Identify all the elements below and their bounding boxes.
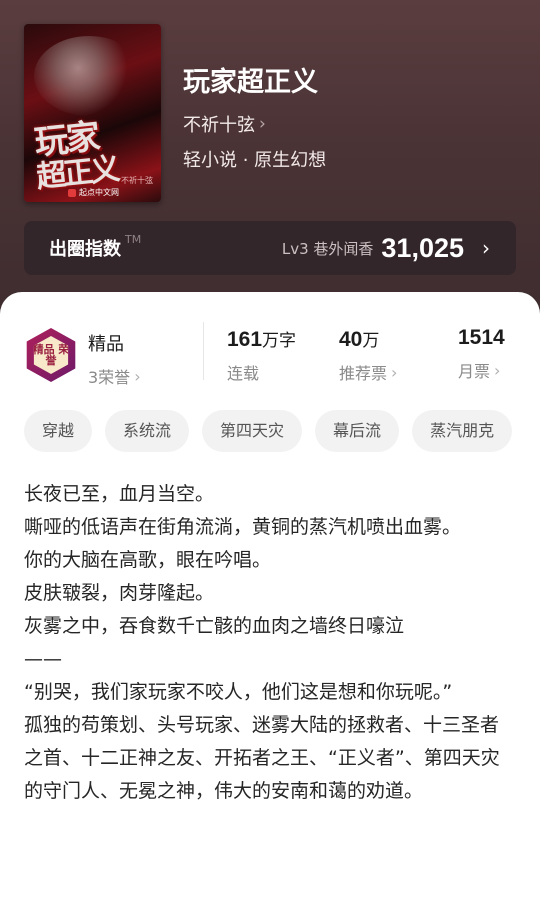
index-label: 出圈指数 bbox=[49, 239, 121, 260]
tag-list: 穿越 系统流 第四天灾 幕后流 蒸汽朋克 bbox=[24, 410, 513, 452]
tag-chip[interactable]: 幕后流 bbox=[315, 410, 400, 452]
tag-chip[interactable]: 蒸汽朋克 bbox=[412, 410, 513, 452]
author-name: 不祈十弦 bbox=[183, 115, 255, 136]
word-count-unit: 万字 bbox=[262, 331, 297, 351]
chevron-right-icon: › bbox=[482, 236, 490, 260]
description-line: 嘶哑的低语声在街角流淌，黄铜的蒸汽机喷出血雾。 bbox=[24, 516, 462, 538]
chevron-right-icon: › bbox=[259, 114, 266, 134]
honor-count: 3荣誉 bbox=[88, 368, 131, 387]
recommend-value: 40 bbox=[339, 328, 363, 351]
recommend-unit: 万 bbox=[362, 331, 380, 351]
monthly-label: 月票 bbox=[458, 362, 491, 381]
stat-divider bbox=[203, 322, 204, 380]
chevron-right-icon: › bbox=[494, 360, 501, 380]
book-cover[interactable]: 玩家 超正义 不祈十弦 起点中文网 bbox=[24, 24, 161, 202]
recommend-stat[interactable]: 40万 推荐票 › bbox=[339, 326, 397, 384]
index-rank: Lv3 巷外闻香 bbox=[281, 239, 374, 258]
recommend-label: 推荐票 bbox=[339, 364, 388, 383]
book-description[interactable]: 长夜已至，血月当空。 嘶哑的低语声在街角流淌，黄铜的蒸汽机喷出血雾。 你的大脑在… bbox=[24, 478, 516, 808]
description-line: 灰雾之中，吞食数千亡骸的血肉之墙终日嚎泣 bbox=[24, 615, 405, 637]
index-value: 31,025 bbox=[381, 232, 464, 263]
monthly-ticket-stat[interactable]: 1514 月票 › bbox=[458, 326, 505, 382]
publisher-logo-icon bbox=[68, 188, 76, 197]
chevron-right-icon: › bbox=[134, 366, 141, 386]
trademark-mark: TM bbox=[125, 233, 142, 246]
serial-status: 连载 bbox=[227, 364, 260, 383]
description-line: —— bbox=[24, 648, 62, 670]
description-line: “别哭，我们家玩家不咬人，他们这是想和你玩呢。” bbox=[24, 681, 453, 703]
chevron-right-icon: › bbox=[391, 362, 398, 382]
description-line: 你的大脑在高歌，眼在吟唱。 bbox=[24, 549, 272, 571]
cover-art bbox=[34, 36, 144, 116]
word-count-value: 161 bbox=[227, 328, 263, 351]
word-count-stat: 161万字 连载 bbox=[227, 326, 296, 384]
author-link[interactable]: 不祈十弦 › bbox=[183, 111, 266, 137]
quality-label: 精品 bbox=[88, 334, 124, 354]
quality-stat[interactable]: 精品 3荣誉 › bbox=[88, 330, 141, 388]
tag-chip[interactable]: 第四天灾 bbox=[202, 410, 303, 452]
honor-link: 3荣誉 › bbox=[88, 364, 141, 388]
popularity-index-bar[interactable]: 出圈指数 TM Lv3 巷外闻香 31,025 › bbox=[24, 221, 516, 275]
description-line: 孤独的苟策划、头号玩家、迷雾大陆的拯救者、十三圣者之首、十二正神之友、开拓者之王… bbox=[24, 714, 500, 802]
cover-author: 不祈十弦 bbox=[121, 176, 153, 185]
description-line: 长夜已至，血月当空。 bbox=[24, 483, 215, 505]
tag-chip[interactable]: 穿越 bbox=[24, 410, 93, 452]
book-title: 玩家超正义 bbox=[183, 67, 318, 98]
quality-badge-icon[interactable]: 精品 荣誉 bbox=[24, 328, 78, 382]
description-line: 皮肤皲裂，肉芽隆起。 bbox=[24, 582, 215, 604]
tag-chip[interactable]: 系统流 bbox=[105, 410, 190, 452]
book-genre: 轻小说 · 原生幻想 bbox=[183, 150, 327, 171]
publisher-logo: 起点中文网 bbox=[68, 187, 119, 198]
monthly-value: 1514 bbox=[458, 326, 505, 349]
